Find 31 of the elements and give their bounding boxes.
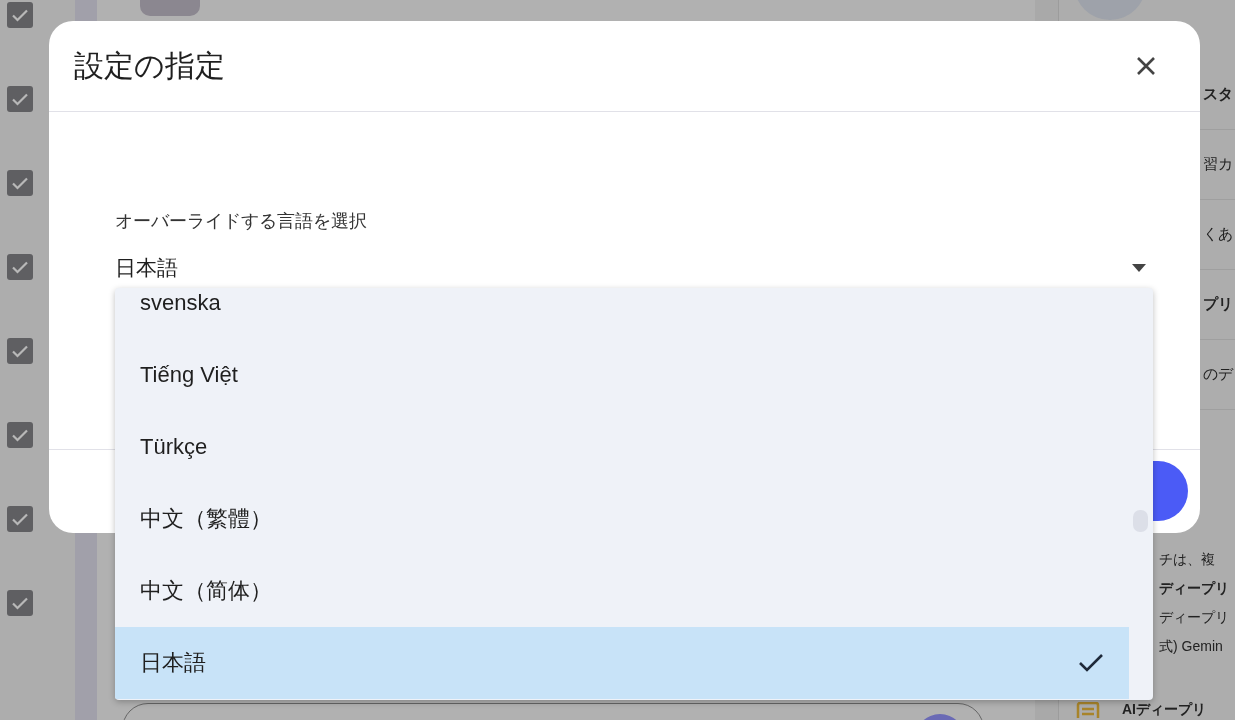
panel-text: 習カ [1203,155,1233,174]
checkbox[interactable] [7,422,33,448]
menu-option[interactable]: 中文（繁體） [115,483,1129,555]
checkbox[interactable] [7,506,33,532]
dialog-title: 設定の指定 [74,47,225,84]
panel-text: くあ [1203,225,1233,244]
menu-option[interactable]: Tiếng Việt [115,339,1129,411]
checkbox[interactable] [7,590,33,616]
panel-text: チは、複 [1159,550,1215,569]
checkbox[interactable] [7,338,33,364]
check-icon [1079,654,1103,672]
panel-text: AIディープリ [1122,700,1206,719]
panel-text: ディープリ [1159,579,1229,598]
caret-icon [1132,264,1146,272]
checkbox[interactable] [7,170,33,196]
menu-option[interactable]: svenska [115,288,1129,339]
panel-text: ディープリ [1159,608,1229,627]
menu-option[interactable]: Türkçe [115,411,1129,483]
checkbox[interactable] [7,86,33,112]
panel-text: プリ [1203,295,1233,314]
document-icon [1076,701,1100,718]
panel-text: スタ [1203,85,1233,104]
close-icon[interactable] [1136,56,1156,76]
language-select[interactable]: 日本語 [115,253,1146,283]
panel-text: のデ [1203,365,1233,384]
panel-text: 式) Gemin [1159,637,1223,656]
field-label: オーバーライドする言語を選択 [115,210,367,233]
checkbox[interactable] [7,2,33,28]
checkbox[interactable] [7,254,33,280]
menu-option[interactable]: 日本語 [115,627,1129,699]
menu-option[interactable]: 中文（简体） [115,555,1129,627]
